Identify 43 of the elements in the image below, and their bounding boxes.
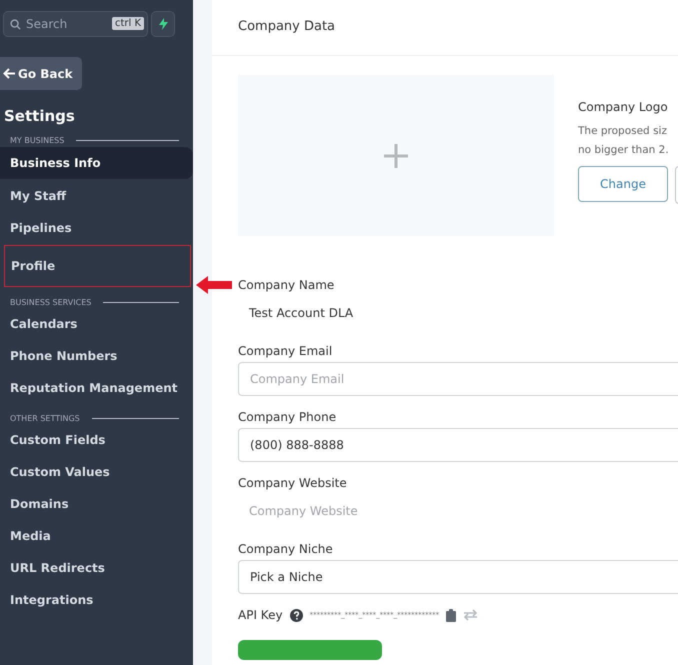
api-key-label: API Key [238, 608, 283, 622]
field-label: Company Email [238, 344, 332, 358]
swap-icon[interactable] [463, 609, 478, 621]
logo-hint: no bigger than 2. [578, 143, 670, 158]
sidebar-item[interactable]: Custom Values [0, 457, 193, 487]
search-icon [10, 19, 21, 30]
change-button[interactable]: Change [578, 166, 668, 202]
logo-label: Company Logo [578, 100, 669, 114]
sidebar-item[interactable]: Phone Numbers [0, 341, 193, 371]
sidebar-item[interactable]: Reputation Management [0, 373, 193, 403]
save-button[interactable] [238, 640, 382, 660]
sidebar-item[interactable]: URL Redirects [0, 553, 193, 583]
sidebar-item[interactable]: Custom Fields [0, 425, 193, 455]
section-heading: MY BUSINESS [10, 136, 64, 145]
shortcut-hint: ctrl K [112, 17, 144, 30]
sidebar-item[interactable]: Calendars [0, 309, 193, 339]
sidebar-item[interactable]: My Staff [0, 181, 193, 211]
field-label: Company Phone [238, 410, 336, 424]
input-field[interactable]: Pick a Niche [238, 560, 678, 594]
logo-hint: The proposed siz [578, 124, 668, 139]
sidebar-item[interactable]: Media [0, 521, 193, 551]
sidebar-item[interactable]: Business Info [0, 147, 193, 179]
sidebar-item[interactable]: Profile [4, 245, 191, 287]
quick-action-button[interactable] [151, 11, 175, 37]
plus-icon [384, 144, 408, 168]
sidebar-item[interactable]: Integrations [0, 585, 193, 615]
sidebar-item[interactable]: Domains [0, 489, 193, 519]
arrow-left-icon [3, 68, 15, 79]
lightning-icon [158, 18, 168, 30]
clipboard-icon[interactable] [446, 608, 456, 622]
input-field[interactable]: Test Account DLA [238, 296, 678, 330]
field-label: Company Website [238, 476, 347, 490]
sidebar-item[interactable]: Pipelines [0, 213, 193, 243]
page-title: Company Data [238, 18, 336, 36]
sidebar-title: Settings [3, 106, 76, 125]
field-label: Company Name [238, 278, 334, 292]
field-label: Company Niche [238, 542, 333, 556]
section-heading: OTHER SETTINGS [10, 414, 80, 423]
logo-upload-area[interactable] [238, 75, 554, 236]
go-back-button[interactable]: Go Back [0, 57, 82, 90]
help-icon [290, 608, 303, 622]
section-heading: BUSINESS SERVICES [10, 298, 92, 307]
input-field[interactable]: (800) 888-8888 [238, 428, 678, 462]
